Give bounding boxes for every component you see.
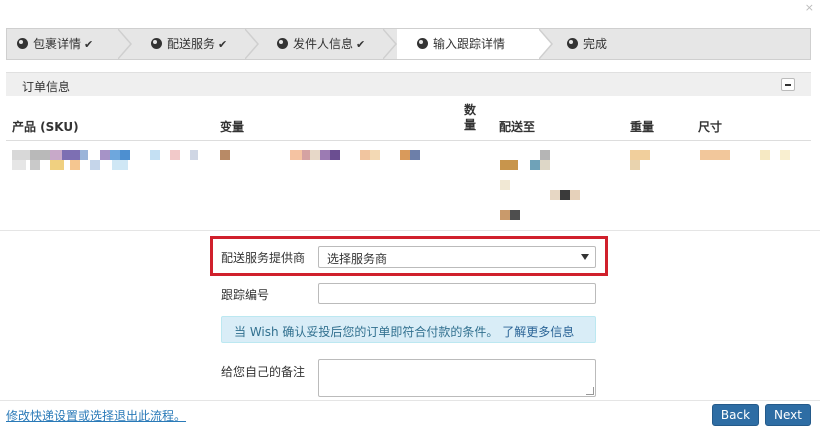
tracking-label: 跟踪编号 bbox=[221, 288, 270, 302]
check-icon: ✔ bbox=[356, 38, 366, 51]
resize-grip-icon[interactable] bbox=[586, 387, 594, 395]
step-complete[interactable]: 完成 bbox=[567, 29, 607, 59]
step-tracking-details[interactable]: 输入跟踪详情 bbox=[417, 29, 505, 59]
step-separator-icon bbox=[538, 29, 553, 59]
step-icon bbox=[567, 38, 578, 49]
info-text: 当 Wish 确认妥投后您的订单即符合付款的条件。 bbox=[234, 325, 499, 339]
learn-more-link[interactable]: 了解更多信息 bbox=[502, 325, 574, 339]
column-header-product: 产品 (SKU) bbox=[12, 120, 79, 134]
step-package-details[interactable]: 包裹详情 ✔ bbox=[17, 29, 93, 59]
step-label: 配送服务 bbox=[167, 37, 216, 51]
step-separator-icon bbox=[117, 29, 132, 59]
step-label: 完成 bbox=[583, 37, 608, 51]
dropdown-arrow-icon bbox=[581, 254, 589, 260]
step-icon bbox=[17, 38, 28, 49]
check-icon: ✔ bbox=[218, 38, 228, 51]
step-icon bbox=[151, 38, 162, 49]
table-header-divider bbox=[6, 140, 811, 141]
column-header-ship-to: 配送至 bbox=[499, 120, 536, 134]
next-button[interactable]: Next bbox=[765, 404, 811, 426]
info-message: 当 Wish 确认妥投后您的订单即符合付款的条件。 了解更多信息 bbox=[221, 316, 596, 343]
provider-select[interactable]: 选择服务商 bbox=[318, 246, 596, 268]
column-header-quantity: 数量 bbox=[464, 103, 477, 132]
column-header-weight: 重量 bbox=[630, 120, 655, 134]
minus-icon[interactable] bbox=[781, 78, 795, 91]
provider-selected-value: 选择服务商 bbox=[327, 252, 388, 266]
table-row-divider bbox=[0, 230, 820, 231]
back-button[interactable]: Back bbox=[712, 404, 759, 426]
step-shipping-service[interactable]: 配送服务 ✔ bbox=[151, 29, 227, 59]
close-icon[interactable]: × bbox=[805, 1, 814, 14]
step-sender-info[interactable]: 发件人信息 ✔ bbox=[277, 29, 365, 59]
tracking-number-input[interactable] bbox=[318, 283, 596, 304]
step-separator-icon bbox=[244, 29, 259, 59]
column-header-variant: 变量 bbox=[220, 120, 245, 134]
footer-divider bbox=[0, 400, 820, 401]
change-settings-link[interactable]: 修改快递设置或选择退出此流程。 bbox=[6, 407, 186, 424]
column-header-size: 尺寸 bbox=[698, 120, 723, 134]
step-icon bbox=[277, 38, 288, 49]
step-label: 输入跟踪详情 bbox=[433, 37, 506, 51]
step-icon bbox=[417, 38, 428, 49]
provider-label: 配送服务提供商 bbox=[221, 251, 306, 265]
step-label: 发件人信息 bbox=[293, 37, 354, 51]
check-icon: ✔ bbox=[84, 38, 94, 51]
step-label: 包裹详情 bbox=[33, 37, 82, 51]
note-label: 给您自己的备注 bbox=[221, 365, 306, 379]
note-textarea[interactable] bbox=[318, 359, 596, 397]
order-info-header: 订单信息 bbox=[6, 72, 811, 96]
step-separator-icon bbox=[382, 29, 397, 59]
wizard-steps: 包裹详情 ✔ 配送服务 ✔ 发件人信息 ✔ 输入跟踪详情 完成 bbox=[6, 28, 811, 60]
panel-title: 订单信息 bbox=[22, 80, 71, 94]
